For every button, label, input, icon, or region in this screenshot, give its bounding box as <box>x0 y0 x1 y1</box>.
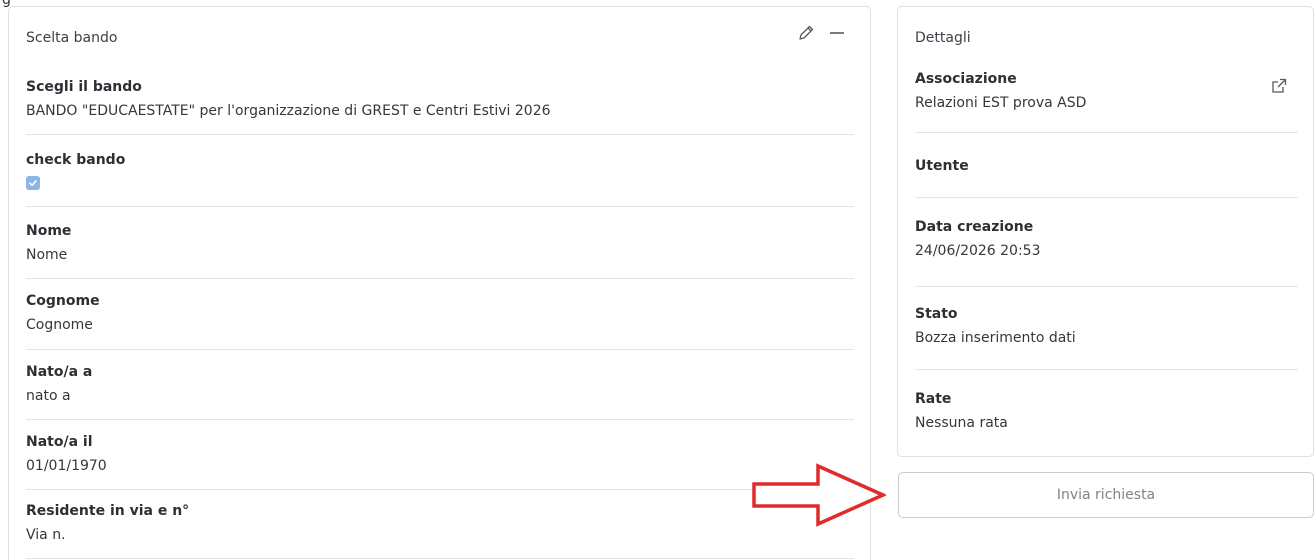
field-label: Cognome <box>26 293 100 309</box>
field-nato-a: Nato/a a nato a <box>26 364 854 420</box>
field-nato-il: Nato/a il 01/01/1970 <box>26 434 854 490</box>
field-label: check bando <box>26 152 126 168</box>
card-title: Scelta bando <box>26 30 118 46</box>
card-title: Dettagli <box>915 30 971 46</box>
field-label: Nato/a a <box>26 364 93 380</box>
minus-icon[interactable] <box>828 24 846 42</box>
field-label: Utente <box>915 158 969 174</box>
field-value: Via n. <box>26 527 66 543</box>
field-label: Nome <box>26 223 72 239</box>
dettagli-card: Dettagli Associazione Relazioni EST prov… <box>897 6 1314 457</box>
check-icon <box>29 180 37 187</box>
field-label: Associazione <box>915 71 1017 87</box>
field-label: Data creazione <box>915 219 1034 235</box>
field-label: Rate <box>915 391 952 407</box>
field-label: Nato/a il <box>26 434 93 450</box>
field-rate: Rate Nessuna rata <box>915 391 1298 441</box>
field-value: Nessuna rata <box>915 415 1008 431</box>
field-value: nato a <box>26 388 71 404</box>
field-residente: Residente in via e n° Via n. <box>26 503 854 559</box>
external-link-icon[interactable] <box>1270 77 1288 95</box>
invia-richiesta-button[interactable]: Invia richiesta <box>898 472 1314 518</box>
field-nome: Nome Nome <box>26 223 854 279</box>
field-value: BANDO "EDUCAESTATE" per l'organizzazione… <box>26 103 551 119</box>
field-value: 24/06/2026 20:53 <box>915 243 1041 259</box>
field-label: Scegli il bando <box>26 79 142 95</box>
field-value: Cognome <box>26 317 93 333</box>
field-value: Relazioni EST prova ASD <box>915 95 1087 111</box>
card-actions <box>796 23 846 43</box>
field-utente: Utente <box>915 158 1298 198</box>
field-label: Stato <box>915 306 958 322</box>
field-label: Residente in via e n° <box>26 503 190 519</box>
scelta-bando-card: Scelta bando Scegli il bando BANDO "EDUC… <box>8 6 871 560</box>
field-data-creazione: Data creazione 24/06/2026 20:53 <box>915 219 1298 287</box>
field-scegli-bando: Scegli il bando BANDO "EDUCAESTATE" per … <box>26 79 854 135</box>
arrow-annotation <box>752 463 886 527</box>
field-check-bando: check bando <box>26 152 854 207</box>
field-associazione: Associazione Relazioni EST prova ASD <box>915 71 1298 133</box>
field-cognome: Cognome Cognome <box>26 293 854 350</box>
check-bando-checkbox[interactable] <box>26 176 40 190</box>
field-value: Bozza inserimento dati <box>915 330 1076 346</box>
pencil-icon[interactable] <box>796 23 816 43</box>
field-value: 01/01/1970 <box>26 458 107 474</box>
field-stato: Stato Bozza inserimento dati <box>915 306 1298 370</box>
field-value: Nome <box>26 247 68 263</box>
